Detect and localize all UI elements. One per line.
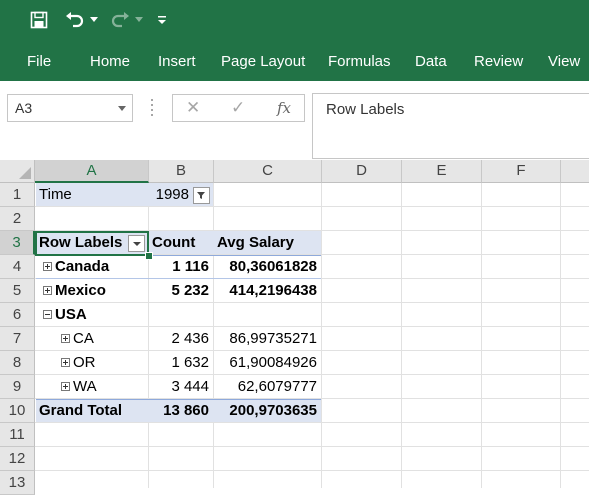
gridline	[481, 183, 482, 488]
avg-salary-cell[interactable]: 62,6079777	[214, 375, 322, 399]
worksheet-grid[interactable]: A B C D E F 1 2 3 4 5 6 7 8 9 10 11 12 1…	[0, 160, 589, 495]
insert-function-icon[interactable]: fx	[277, 99, 291, 117]
undo-icon[interactable]	[63, 8, 87, 32]
pivot-row-wa[interactable]: WA	[61, 375, 148, 399]
pivot-header-count[interactable]: Count	[152, 231, 212, 255]
column-header-b[interactable]: B	[149, 160, 214, 183]
undo-dropdown-icon[interactable]	[88, 8, 100, 32]
formula-input[interactable]: Row Labels	[312, 93, 589, 159]
avg-salary-cell[interactable]: 86,99735271	[214, 327, 322, 351]
formula-bar-area: A3 ✕ ✓ fx Row Labels	[0, 81, 589, 160]
row-header-7[interactable]: 7	[0, 327, 35, 351]
ribbon-tab-bar: File Home Insert Page Layout Formulas Da…	[0, 40, 589, 81]
tab-file[interactable]: File	[27, 53, 51, 70]
grand-total-avg-salary[interactable]: 200,9703635	[214, 399, 322, 423]
filter-funnel-icon	[197, 192, 205, 199]
row-label: USA	[55, 306, 87, 323]
row-header-10[interactable]: 10	[0, 399, 35, 423]
tab-home[interactable]: Home	[90, 53, 130, 70]
row-label: Canada	[55, 258, 110, 275]
row-header-8[interactable]: 8	[0, 351, 35, 375]
row-header-11[interactable]: 11	[0, 423, 35, 447]
column-header-e[interactable]: E	[402, 160, 482, 183]
pivot-filter-value[interactable]: 1998	[149, 183, 189, 207]
row-header-12[interactable]: 12	[0, 447, 35, 471]
pivot-row-ca[interactable]: CA	[61, 327, 148, 351]
redo-dropdown-icon	[133, 8, 145, 32]
expand-icon[interactable]	[43, 261, 52, 271]
filter-dropdown-button[interactable]	[193, 187, 210, 204]
tab-view[interactable]: View	[548, 53, 580, 70]
tab-insert[interactable]: Insert	[158, 53, 196, 70]
avg-salary-cell[interactable]: 80,36061828	[214, 255, 322, 279]
expand-icon[interactable]	[61, 381, 70, 391]
column-header-g[interactable]	[561, 160, 589, 183]
row-header-6[interactable]: 6	[0, 303, 35, 327]
fill-handle[interactable]	[145, 252, 153, 260]
column-header-f[interactable]: F	[482, 160, 561, 183]
column-header-a[interactable]: A	[35, 160, 149, 183]
count-cell[interactable]: 1 116	[149, 255, 214, 279]
gridline	[401, 183, 402, 488]
cancel-icon[interactable]: ✕	[186, 98, 200, 118]
splitter-handle[interactable]	[151, 99, 153, 117]
count-cell[interactable]: 2 436	[149, 327, 214, 351]
active-cell-selection	[35, 231, 149, 256]
formula-buttons: ✕ ✓ fx	[172, 94, 305, 122]
row-header-13[interactable]: 13	[0, 471, 35, 495]
row-header-1[interactable]: 1	[0, 183, 35, 207]
row-header-5[interactable]: 5	[0, 279, 35, 303]
pivot-grand-total-label[interactable]: Grand Total	[39, 399, 148, 423]
count-cell[interactable]: 3 444	[149, 375, 214, 399]
avg-salary-cell[interactable]: 414,2196438	[214, 279, 322, 303]
pivot-filter-label[interactable]: Time	[39, 183, 139, 207]
row-header-4[interactable]: 4	[0, 255, 35, 279]
row-header-3[interactable]: 3	[0, 231, 35, 255]
chevron-down-icon[interactable]	[118, 106, 126, 111]
enter-icon[interactable]: ✓	[231, 98, 245, 118]
row-header-9[interactable]: 9	[0, 375, 35, 399]
tab-formulas[interactable]: Formulas	[328, 53, 391, 70]
count-cell[interactable]: 5 232	[149, 279, 214, 303]
gridline	[35, 446, 589, 447]
customize-qat-icon[interactable]	[155, 8, 169, 32]
tab-review[interactable]: Review	[474, 53, 523, 70]
row-label: WA	[73, 378, 97, 395]
tab-page-layout[interactable]: Page Layout	[221, 53, 305, 70]
name-box[interactable]: A3	[7, 94, 133, 122]
column-header-d[interactable]: D	[322, 160, 402, 183]
expand-icon[interactable]	[43, 285, 52, 295]
name-box-value: A3	[15, 100, 33, 116]
quick-access-toolbar	[0, 0, 589, 40]
count-cell[interactable]: 1 632	[149, 351, 214, 375]
tab-data[interactable]: Data	[415, 53, 447, 70]
collapse-icon[interactable]	[43, 309, 52, 319]
grand-total-count[interactable]: 13 860	[149, 399, 214, 423]
column-header-c[interactable]: C	[214, 160, 322, 183]
gridline	[560, 183, 561, 488]
avg-salary-cell[interactable]: 61,90084926	[214, 351, 322, 375]
row-label: Mexico	[55, 282, 106, 299]
pivot-row-canada[interactable]: Canada	[43, 255, 148, 279]
pivot-row-mexico[interactable]: Mexico	[43, 279, 148, 303]
row-label: OR	[73, 354, 96, 371]
select-all-button[interactable]	[0, 160, 35, 183]
redo-icon	[108, 8, 132, 32]
expand-icon[interactable]	[61, 357, 70, 367]
row-header-2[interactable]: 2	[0, 207, 35, 231]
save-icon[interactable]	[27, 8, 51, 32]
select-all-icon	[19, 167, 31, 179]
pivot-header-avg-salary[interactable]: Avg Salary	[217, 231, 317, 255]
expand-icon[interactable]	[61, 333, 70, 343]
pivot-row-usa[interactable]: USA	[43, 303, 148, 327]
formula-content: Row Labels	[326, 101, 405, 118]
gridline	[35, 470, 589, 471]
pivot-row-or[interactable]: OR	[61, 351, 148, 375]
row-label: CA	[73, 330, 94, 347]
